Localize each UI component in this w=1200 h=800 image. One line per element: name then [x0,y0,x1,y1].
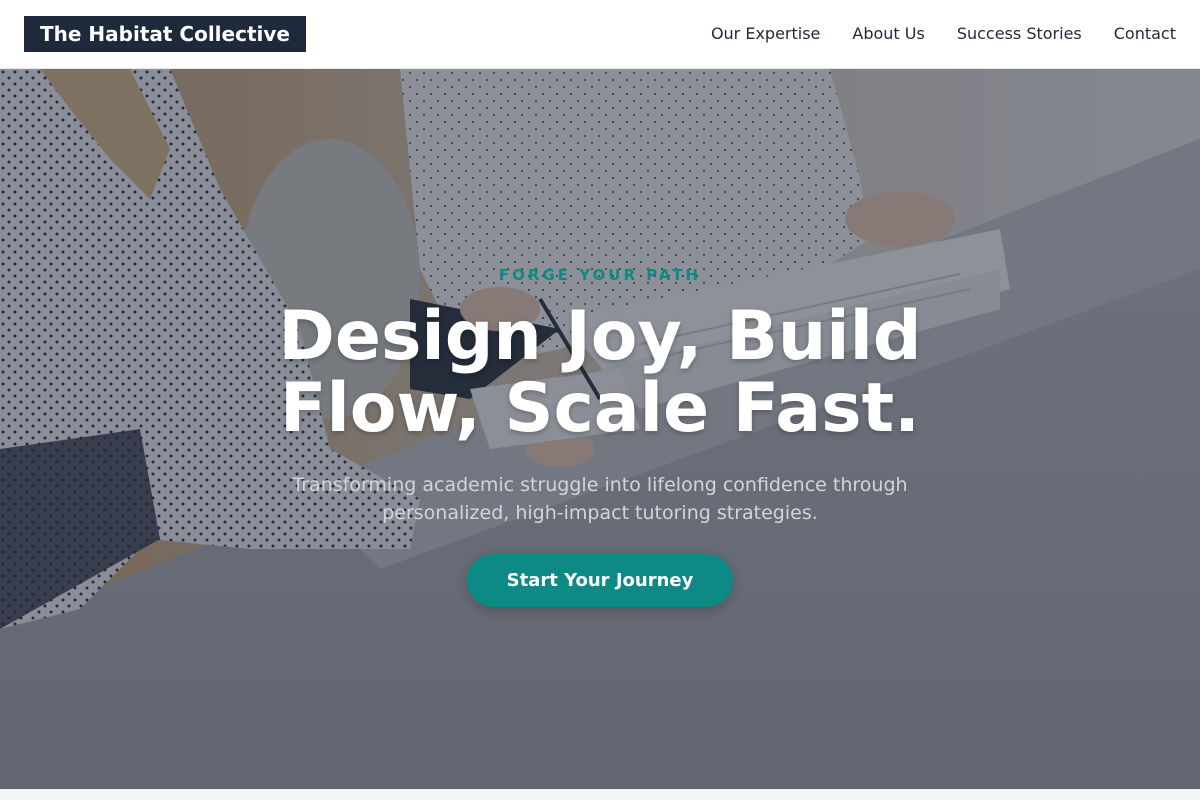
nav-link-our-expertise[interactable]: Our Expertise [711,24,820,44]
nav-link-contact[interactable]: Contact [1114,24,1176,44]
hero-headline-line-1: Design Joy, Build [278,297,922,376]
page-bottom-edge [0,789,1200,800]
main-nav: Our Expertise About Us Success Stories C… [711,24,1176,44]
site-header: The Habitat Collective Our Expertise Abo… [0,0,1200,69]
hero-subhead-line-1: Transforming academic struggle into life… [292,474,908,496]
hero-headline: Design Joy, Build Flow, Scale Fast. [200,301,1000,445]
hero-subhead: Transforming academic struggle into life… [250,471,950,527]
hero-headline-line-2: Flow, Scale Fast. [280,369,920,448]
brand-logo[interactable]: The Habitat Collective [24,16,306,52]
hero-eyebrow: FORGE YOUR PATH [498,266,702,284]
hero-content: FORGE YOUR PATH Design Joy, Build Flow, … [0,69,1200,789]
hero-subhead-line-2: personalized, high-impact tutoring strat… [382,502,818,524]
nav-link-about-us[interactable]: About Us [852,24,924,44]
nav-link-success-stories[interactable]: Success Stories [957,24,1082,44]
hero-section: FORGE YOUR PATH Design Joy, Build Flow, … [0,69,1200,789]
start-your-journey-button[interactable]: Start Your Journey [467,554,733,607]
